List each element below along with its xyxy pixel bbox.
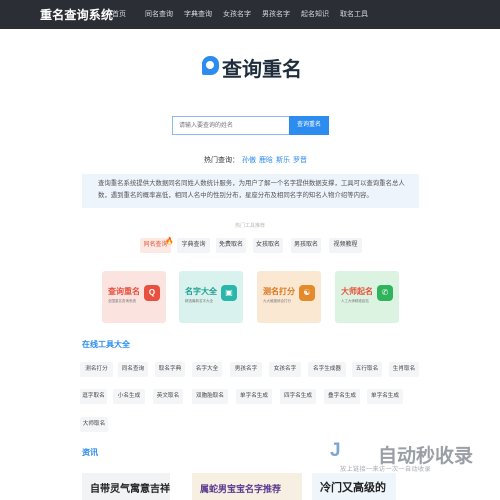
nav-item-boy-names[interactable]: 男孩名字 — [262, 9, 290, 19]
top-nav: 重名查询系统 首页 同名查询 字典查询 女孩名字 男孩名字 起名知识 取名工具 — [0, 0, 500, 29]
tab-dictionary[interactable]: 字典查询 — [177, 238, 210, 253]
tool-link[interactable]: 叠字名生成 — [324, 389, 360, 404]
tool-link[interactable]: 同名查询 — [118, 362, 148, 377]
nav-item-same-name[interactable]: 同名查询 — [145, 9, 173, 19]
tool-link[interactable]: 大师取名 — [80, 417, 108, 432]
tool-link[interactable]: 五行取名 — [352, 362, 382, 377]
nav-item-dictionary[interactable]: 字典查询 — [184, 9, 212, 19]
site-brand[interactable]: 重名查询系统 — [40, 6, 113, 23]
tool-link[interactable]: 英文取名 — [153, 389, 183, 404]
search-icon: Q — [144, 285, 160, 301]
card-name-collection[interactable]: 名字大全 精选最新名字大全 ▣ — [179, 271, 243, 323]
tab-boy-naming[interactable]: 男孩取名 — [291, 238, 321, 253]
chat-icon: ✆ — [377, 285, 393, 301]
tool-link[interactable]: 取名字典 — [155, 362, 185, 377]
yin-yang-icon: ☯ — [299, 285, 315, 301]
online-tools-title: 在线工具大全 — [82, 340, 130, 349]
card-subtitle: 人工大师精准起名 — [341, 299, 369, 303]
tool-link[interactable]: 小名生成 — [113, 389, 145, 404]
card-subtitle: 全国重名查询系统 — [108, 299, 136, 303]
tab-video-tutorial[interactable]: 视频教程 — [329, 238, 362, 253]
watermark-subtitle: 放上链接一来访一次一自动收录 — [340, 466, 431, 473]
nav-item-girl-names[interactable]: 女孩名字 — [223, 9, 251, 19]
tab-same-name[interactable]: 同名查询 🔥 — [140, 238, 174, 253]
hero-logo: 查询重名 — [202, 53, 302, 81]
watermark-logo: J — [330, 440, 341, 461]
news-item[interactable]: 冷门又高级的 — [312, 473, 396, 500]
hot-query-link[interactable]: 孙傲 — [242, 157, 256, 164]
card-title: 名字大全 — [185, 287, 217, 296]
nav-item-home[interactable]: 首页 — [112, 9, 126, 19]
tool-link[interactable]: 生肖取名 — [389, 362, 419, 377]
news-item[interactable]: 属蛇男宝宝名字推荐 — [192, 473, 302, 500]
tool-link[interactable]: 名字生成器 — [308, 362, 346, 377]
hot-query-link[interactable]: 鹿晗 — [259, 157, 273, 164]
hero-title: 查询重名 — [222, 59, 302, 81]
fire-icon: 🔥 — [165, 238, 174, 245]
hot-query-link[interactable]: 罗晋 — [293, 157, 307, 164]
tool-link[interactable]: 单字名生成 — [236, 389, 272, 404]
name-search-input[interactable] — [172, 116, 290, 135]
search-bubble-icon — [202, 56, 219, 75]
search-button[interactable]: 查询重名 — [289, 116, 329, 135]
tab-girl-naming[interactable]: 女孩取名 — [253, 238, 283, 253]
card-title: 查询重名 — [108, 287, 140, 296]
news-item-text: 自带灵气寓意吉祥 — [90, 484, 170, 495]
card-title: 大师起名 — [341, 287, 373, 296]
hot-queries-label: 热门查询： — [204, 157, 239, 164]
card-subtitle: 精选最新名字大全 — [185, 299, 213, 303]
hot-query-link[interactable]: 斯乐 — [276, 157, 290, 164]
tools-caption: 热门工具推荐 — [234, 223, 265, 229]
hot-queries: 热门查询： 孙傲 鹿晗 斯乐 罗晋 — [204, 155, 307, 165]
news-item[interactable]: 自带灵气寓意吉祥 — [82, 473, 170, 500]
news-item-text: 冷门又高级的 — [320, 482, 386, 494]
tab-label: 同名查询 — [143, 242, 168, 248]
card-master-naming[interactable]: 大师起名 人工大师精准起名 ✆ — [335, 271, 399, 323]
tool-link[interactable]: 单字名生成 — [367, 389, 403, 404]
card-subtitle: 九大维度综合打分 — [263, 299, 291, 303]
tool-link[interactable]: 测名打分 — [80, 362, 113, 377]
nav-item-naming-knowledge[interactable]: 起名知识 — [301, 9, 329, 19]
gift-icon: ▣ — [221, 285, 237, 301]
watermark: J 自动秒收录 放上链接一来访一次一自动收录 — [330, 440, 490, 476]
tool-link[interactable]: 双胞胎取名 — [192, 389, 228, 404]
news-item-text: 属蛇男宝宝名字推荐 — [200, 484, 282, 494]
tab-free-naming[interactable]: 免费取名 — [216, 238, 246, 253]
tool-link[interactable]: 逗字取名 — [80, 389, 107, 404]
card-name-scoring[interactable]: 测名打分 九大维度综合打分 ☯ — [257, 271, 321, 323]
site-description: 查询重名系统提供大数据同名同姓人数统计服务，为用户了解一个名字提供数据支撑，工具… — [82, 174, 419, 208]
card-query-duplicate[interactable]: 查询重名 全国重名查询系统 Q — [102, 271, 166, 323]
card-title: 测名打分 — [263, 287, 295, 296]
tool-link[interactable]: 女孩名字 — [269, 362, 301, 377]
tool-link[interactable]: 男孩名字 — [230, 362, 262, 377]
tool-link[interactable]: 四字名生成 — [280, 389, 316, 404]
nav-item-naming-tools[interactable]: 取名工具 — [340, 9, 368, 19]
news-title: 资讯 — [82, 448, 98, 457]
tool-link[interactable]: 名字大全 — [192, 362, 222, 377]
